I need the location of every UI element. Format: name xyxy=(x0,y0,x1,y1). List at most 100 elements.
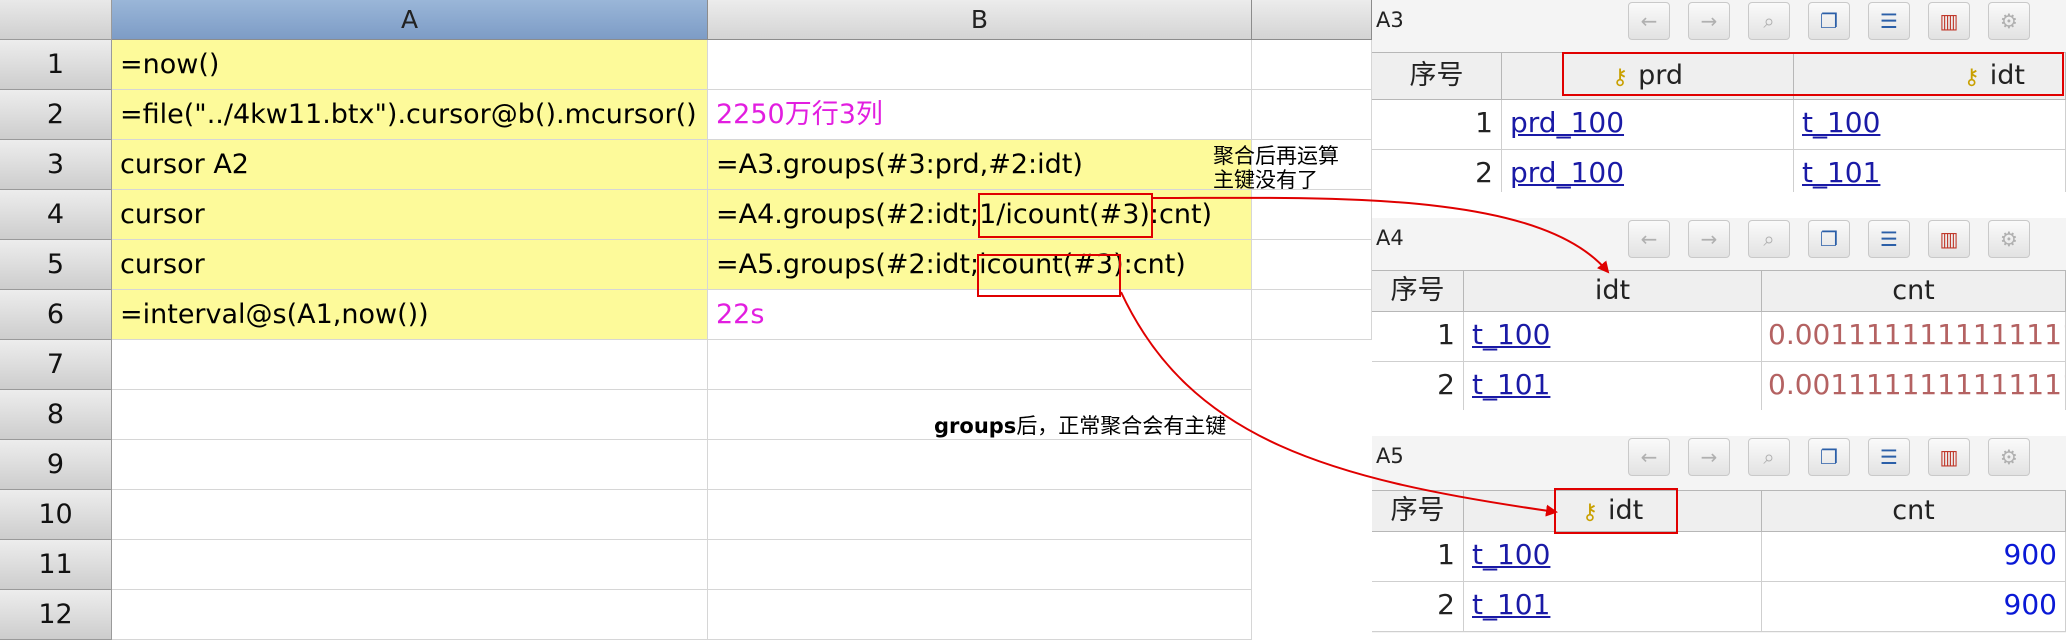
column-header-b[interactable]: B xyxy=(708,0,1252,40)
result-panel-a5: A5 ← → ⌕ ❐ ☰ ▥ ⚙ 序号 ⚷ idt cnt 1 t_100 900… xyxy=(1372,436,2066,633)
cell-b6[interactable]: 22s xyxy=(708,290,1252,340)
forward-arrow-icon[interactable]: → xyxy=(1688,438,1730,476)
row-header-4[interactable]: 4 xyxy=(0,190,112,240)
settings-icon[interactable]: ⚙ xyxy=(1988,2,2030,40)
cell-idt-link[interactable]: t_101 xyxy=(1794,150,2066,192)
settings-icon[interactable]: ⚙ xyxy=(1988,438,2030,476)
row-header-2[interactable]: 2 xyxy=(0,90,112,140)
cell-b7[interactable] xyxy=(708,340,1252,390)
row-index: 2 xyxy=(1372,362,1464,410)
row-header-10[interactable]: 10 xyxy=(0,490,112,540)
row-header-6[interactable]: 6 xyxy=(0,290,112,340)
row-header-1[interactable]: 1 xyxy=(0,40,112,90)
annotation-groups-text: 后，正常聚合会有主键 xyxy=(1016,414,1227,438)
cell-b11[interactable] xyxy=(708,540,1252,590)
header-cnt[interactable]: cnt xyxy=(1762,490,2066,532)
list-icon[interactable]: ☰ xyxy=(1868,438,1910,476)
zoom-icon[interactable]: ⌕ xyxy=(1748,438,1790,476)
header-idt[interactable]: idt xyxy=(1464,270,1762,312)
row-header-9[interactable]: 9 xyxy=(0,440,112,490)
forward-arrow-icon[interactable]: → xyxy=(1688,220,1730,258)
highlight-box-b4 xyxy=(978,193,1153,238)
cell-a3[interactable]: cursor A2 xyxy=(112,140,708,190)
cell-b2[interactable]: 2250万行3列 xyxy=(708,90,1252,140)
highlight-box-keys xyxy=(1562,52,2064,96)
cell-c1[interactable] xyxy=(1252,40,1372,90)
cell-a4[interactable]: cursor xyxy=(112,190,708,240)
select-all-corner[interactable] xyxy=(0,0,112,40)
copy-icon[interactable]: ❐ xyxy=(1808,438,1850,476)
row-index: 1 xyxy=(1372,532,1464,582)
row-header-8[interactable]: 8 xyxy=(0,390,112,440)
cell-c6[interactable] xyxy=(1252,290,1372,340)
highlight-box-b5 xyxy=(977,254,1121,297)
panel-title-a3: A3 xyxy=(1376,8,1404,32)
annotation-groups-keyword: groups xyxy=(934,414,1017,438)
row-index: 2 xyxy=(1372,582,1464,632)
cell-prd-link[interactable]: prd_100 xyxy=(1502,100,1794,150)
copy-icon[interactable]: ❐ xyxy=(1808,220,1850,258)
header-index[interactable]: 序号 xyxy=(1372,270,1464,312)
back-arrow-icon[interactable]: ← xyxy=(1628,2,1670,40)
cell-cnt: 900 xyxy=(1762,582,2066,632)
row-header-5[interactable]: 5 xyxy=(0,240,112,290)
zoom-icon[interactable]: ⌕ xyxy=(1748,220,1790,258)
cell-a10[interactable] xyxy=(112,490,708,540)
cell-a5[interactable]: cursor xyxy=(112,240,708,290)
result-panel-a4: A4 ← → ⌕ ❐ ☰ ▥ ⚙ 序号 idt cnt 1 t_100 0.00… xyxy=(1372,218,2066,410)
back-arrow-icon[interactable]: ← xyxy=(1628,438,1670,476)
cell-idt-link[interactable]: t_100 xyxy=(1464,312,1762,362)
forward-arrow-icon[interactable]: → xyxy=(1688,2,1730,40)
spreadsheet-grid: A B 1 2 3 4 5 6 7 8 9 10 11 12 =now() =f… xyxy=(0,0,1372,640)
cell-b1[interactable] xyxy=(708,40,1252,90)
b4-formula-start: =A4.groups(#2:idt; xyxy=(716,199,980,230)
cell-cnt: 0.0011111111111111 xyxy=(1762,312,2066,362)
zoom-icon[interactable]: ⌕ xyxy=(1748,2,1790,40)
row-header-11[interactable]: 11 xyxy=(0,540,112,590)
cell-idt-link[interactable]: t_100 xyxy=(1794,100,2066,150)
panel-title-a4: A4 xyxy=(1376,226,1404,250)
b5-formula-start: =A5.groups(#2:idt; xyxy=(716,249,980,280)
header-index[interactable]: 序号 xyxy=(1372,490,1464,532)
cell-b10[interactable] xyxy=(708,490,1252,540)
chart-icon[interactable]: ▥ xyxy=(1928,2,1970,40)
cell-a7[interactable] xyxy=(112,340,708,390)
header-cnt[interactable]: cnt xyxy=(1762,270,2066,312)
cell-a9[interactable] xyxy=(112,440,708,490)
list-icon[interactable]: ☰ xyxy=(1868,220,1910,258)
chart-icon[interactable]: ▥ xyxy=(1928,438,1970,476)
cell-a1[interactable]: =now() xyxy=(112,40,708,90)
result-panel-a3: A3 ← → ⌕ ❐ ☰ ▥ ⚙ 序号 ⚷ prd ⚷ idt 1 prd_100 … xyxy=(1372,0,2066,192)
row-header-7[interactable]: 7 xyxy=(0,340,112,390)
cell-c5[interactable] xyxy=(1252,240,1372,290)
b5-formula-end: :cnt) xyxy=(1123,249,1186,280)
cell-a8[interactable] xyxy=(112,390,708,440)
cell-cnt: 0.0011111111111111 xyxy=(1762,362,2066,410)
cell-prd-link[interactable]: prd_100 xyxy=(1502,150,1794,192)
cell-a6[interactable]: =interval@s(A1,now()) xyxy=(112,290,708,340)
row-index: 1 xyxy=(1372,100,1502,150)
cell-b3[interactable]: =A3.groups(#3:prd,#2:idt) xyxy=(708,140,1252,190)
cell-c4[interactable] xyxy=(1252,190,1372,240)
settings-icon[interactable]: ⚙ xyxy=(1988,220,2030,258)
chart-icon[interactable]: ▥ xyxy=(1928,220,1970,258)
panel-title-a5: A5 xyxy=(1376,444,1404,468)
cell-idt-link[interactable]: t_100 xyxy=(1464,532,1762,582)
cell-c2[interactable] xyxy=(1252,90,1372,140)
back-arrow-icon[interactable]: ← xyxy=(1628,220,1670,258)
cell-b9[interactable] xyxy=(708,440,1252,490)
row-index: 1 xyxy=(1372,312,1464,362)
header-index[interactable]: 序号 xyxy=(1372,52,1502,100)
cell-cnt: 900 xyxy=(1762,532,2066,582)
cell-idt-link[interactable]: t_101 xyxy=(1464,362,1762,410)
copy-icon[interactable]: ❐ xyxy=(1808,2,1850,40)
b4-formula-end: :cnt) xyxy=(1149,199,1213,230)
row-header-3[interactable]: 3 xyxy=(0,140,112,190)
column-header-a[interactable]: A xyxy=(112,0,708,40)
column-header-c[interactable] xyxy=(1252,0,1372,40)
annotation-groups-note: groups后，正常聚合会有主键 xyxy=(934,410,1226,440)
list-icon[interactable]: ☰ xyxy=(1868,2,1910,40)
cell-a11[interactable] xyxy=(112,540,708,590)
cell-a2[interactable]: =file("../4kw11.btx").cursor@b().mcursor… xyxy=(112,90,708,140)
cell-idt-link[interactable]: t_101 xyxy=(1464,582,1762,632)
